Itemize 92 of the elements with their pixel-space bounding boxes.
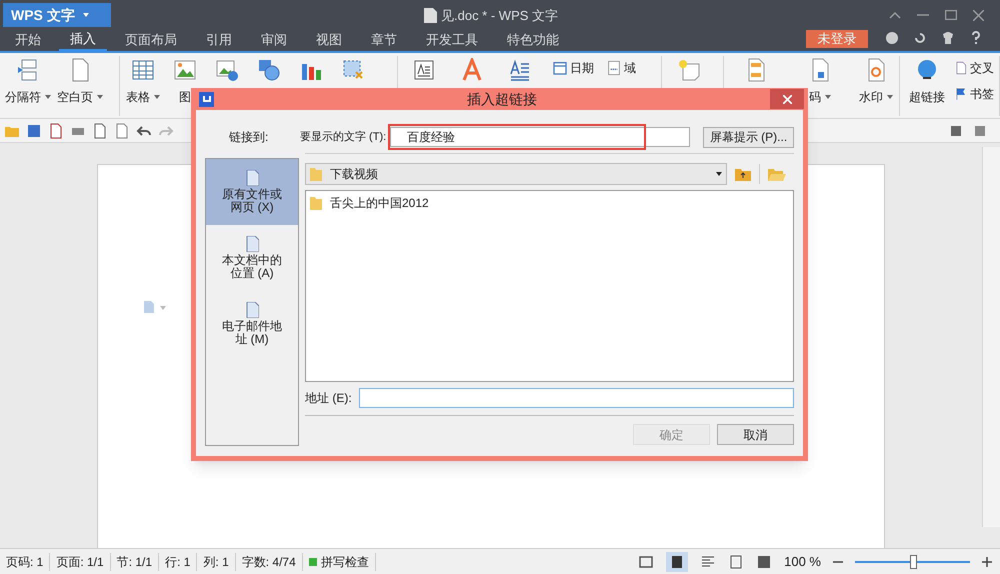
- preview-icon[interactable]: [114, 122, 130, 138]
- document-icon: [424, 8, 437, 24]
- pdf-icon[interactable]: [48, 122, 64, 138]
- link-type-item[interactable]: 电子邮件地址 (M): [206, 291, 298, 357]
- ribbon-small-button[interactable]: 域: [606, 58, 636, 78]
- dialog-button[interactable]: 取消: [717, 424, 794, 445]
- ribbon-button[interactable]: 表格: [126, 88, 160, 106]
- zoom-in-icon[interactable]: [982, 556, 992, 566]
- display-text-field[interactable]: 百度经验: [390, 127, 690, 147]
- ribbon-button[interactable]: 空白页: [57, 88, 103, 106]
- link-type-item[interactable]: 原有文件或网页 (X): [206, 159, 298, 225]
- document-icon: [245, 302, 259, 318]
- document-icon: [245, 170, 259, 186]
- ribbon-tab[interactable]: 插入: [59, 29, 107, 51]
- caret-icon: [45, 95, 51, 99]
- ribbon-tab[interactable]: 引用: [195, 29, 243, 51]
- status-text: 页码: 1: [0, 552, 50, 570]
- ribbon-tab[interactable]: 审阅: [250, 29, 298, 51]
- link-type-item[interactable]: 本文档中的位置 (A): [206, 225, 298, 291]
- ribbon-tab[interactable]: 开始: [4, 29, 52, 51]
- drop-cap-icon: [508, 58, 532, 82]
- fullscreen-icon[interactable]: [638, 554, 654, 570]
- field-icon: [606, 60, 622, 76]
- ribbon-small-button[interactable]: 书签: [954, 84, 994, 104]
- caret-icon: [825, 95, 831, 99]
- close-button[interactable]: [770, 89, 804, 109]
- web-image-icon: [215, 58, 239, 82]
- spell-check-status[interactable]: 拼写检查: [320, 552, 369, 570]
- reading-view-icon[interactable]: [756, 554, 772, 570]
- address-label: 地址 (E):: [305, 390, 353, 407]
- calendar-icon: [552, 60, 568, 76]
- maximize-icon[interactable]: [945, 10, 957, 20]
- letter-a-art-icon: [460, 58, 484, 82]
- shapes-icon: [257, 58, 281, 82]
- shield-icon[interactable]: [884, 30, 900, 46]
- save-icon[interactable]: [26, 122, 42, 138]
- ribbon-tab[interactable]: 视图: [305, 29, 353, 51]
- caret-icon: [154, 95, 160, 99]
- address-field[interactable]: [359, 388, 794, 408]
- page-view-button[interactable]: [666, 552, 688, 572]
- status-indicator-icon: [308, 558, 317, 566]
- note-icon: [677, 58, 701, 82]
- text-box-icon: [412, 58, 436, 82]
- ribbon-tab[interactable]: 特色功能: [496, 29, 570, 51]
- folder-icon: [310, 196, 322, 210]
- slider-thumb[interactable]: [910, 554, 916, 568]
- table-icon: [131, 58, 155, 82]
- refresh-icon[interactable]: [912, 30, 928, 46]
- caret-icon: [887, 95, 893, 99]
- caret-icon: [82, 13, 89, 17]
- file-list-item[interactable]: 舌尖上的中国2012: [310, 195, 789, 211]
- ribbon-tab[interactable]: 页面布局: [114, 29, 188, 51]
- dialog-title: 插入超链接: [466, 90, 538, 108]
- status-text: 列: 1: [197, 552, 236, 570]
- ribbon-button[interactable]: 分隔符: [5, 88, 51, 106]
- ribbon-small-button[interactable]: 日期: [552, 58, 594, 78]
- web-view-icon[interactable]: [728, 554, 744, 570]
- link-to-label: 链接到:: [228, 129, 270, 146]
- zoom-level[interactable]: 100 %: [784, 552, 821, 572]
- globe-link-icon: [915, 58, 939, 82]
- close-icon: [782, 94, 792, 104]
- folder-icon: [310, 166, 322, 180]
- caret-icon: [97, 95, 103, 99]
- zoom-slider[interactable]: [855, 554, 970, 568]
- status-text: 节: 1/1: [110, 552, 160, 570]
- shirt-icon[interactable]: [940, 30, 956, 46]
- status-text: 页面: 1/1: [50, 552, 111, 570]
- flag-icon: [954, 87, 968, 101]
- ribbon-button[interactable]: 图: [179, 88, 191, 106]
- app-menu-button[interactable]: WPS 文字: [3, 3, 111, 27]
- ribbon-button[interactable]: 码: [809, 88, 831, 106]
- ribbon-button[interactable]: 水印: [859, 88, 893, 106]
- outline-view-icon[interactable]: [700, 554, 716, 570]
- collapse-icon[interactable]: [889, 11, 901, 19]
- caret-icon: [716, 172, 722, 176]
- ribbon-small-button[interactable]: 交叉: [954, 58, 994, 78]
- close-icon[interactable]: [973, 10, 984, 20]
- status-text: 字数: 4/74: [236, 552, 303, 570]
- document-icon: [245, 236, 259, 252]
- app-logo-icon: [199, 92, 214, 106]
- display-text-label: 要显示的文字 (T):: [300, 130, 386, 145]
- screen-tip-button[interactable]: 屏幕提示 (P)...: [703, 126, 794, 148]
- document-icon: [954, 61, 968, 75]
- up-folder-icon[interactable]: [735, 166, 751, 180]
- window-title: 见.doc * - WPS 文字: [441, 7, 558, 25]
- status-text: 行: 1: [159, 552, 198, 570]
- ribbon-button[interactable]: 超链接: [909, 88, 945, 106]
- folder-dropdown[interactable]: 下载视频: [305, 162, 727, 184]
- ribbon-tab[interactable]: 章节: [360, 29, 408, 51]
- print-preview-icon[interactable]: [92, 122, 108, 138]
- image-icon: [173, 58, 197, 82]
- ribbon-tab[interactable]: 开发工具: [415, 29, 489, 51]
